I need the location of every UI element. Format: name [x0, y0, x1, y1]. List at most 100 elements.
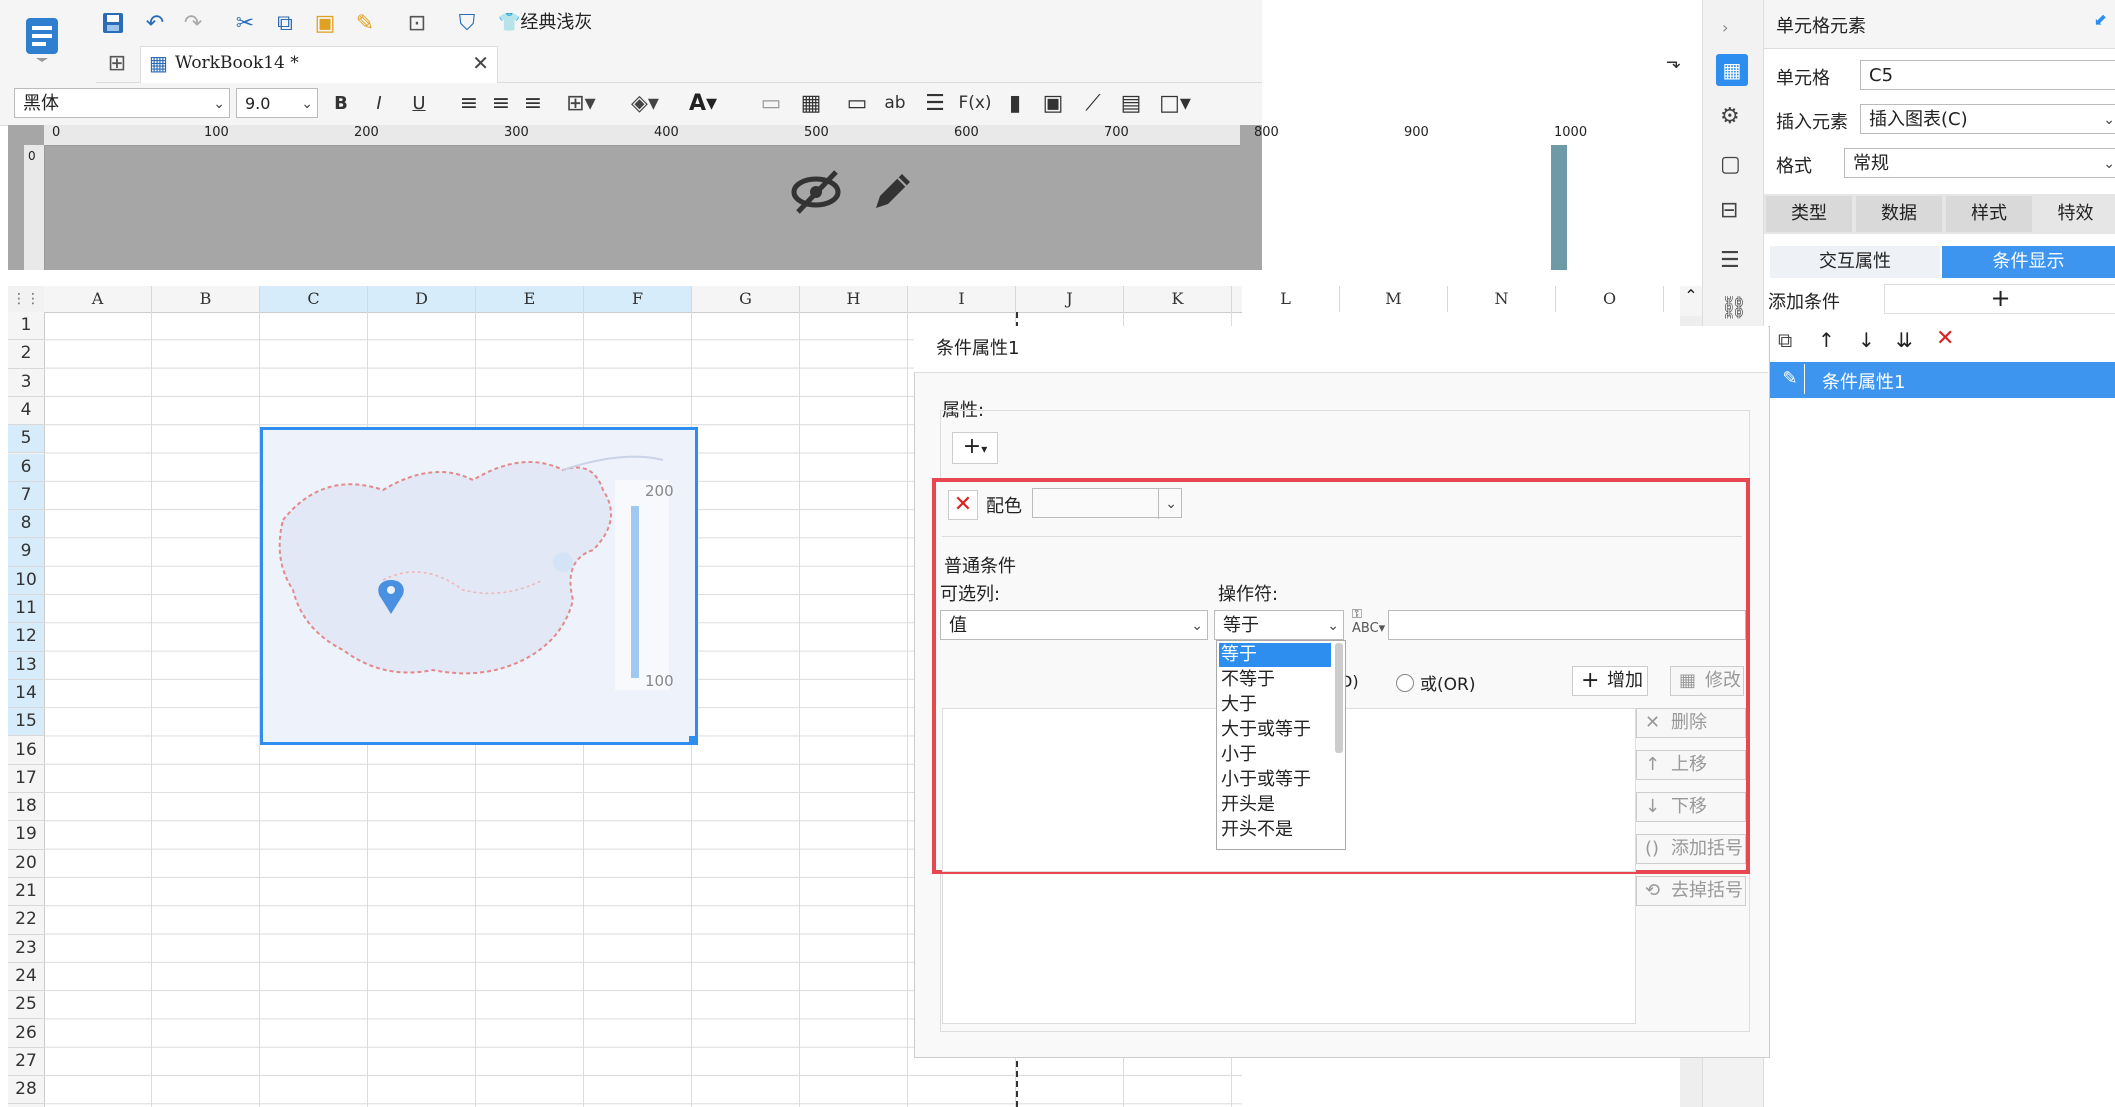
row-header[interactable]: 17	[8, 765, 44, 794]
link-icon[interactable]: ⛓	[1720, 296, 1748, 321]
row-header[interactable]: 4	[8, 397, 44, 426]
column-header[interactable]: F	[584, 286, 692, 312]
slash-icon[interactable]: ⟋	[1078, 88, 1108, 118]
vertical-scrollbar[interactable]: ⌃	[1680, 286, 1702, 316]
chevron-right-icon[interactable]: ›	[1722, 18, 1728, 37]
subtab-condition[interactable]: 条件显示	[1942, 246, 2115, 278]
align-center-icon[interactable]: ≡	[486, 88, 516, 118]
subtab-interaction[interactable]: 交互属性	[1770, 246, 1940, 278]
row-header[interactable]: 23	[8, 935, 44, 963]
move-bottom-icon[interactable]: ⇊	[1896, 328, 1913, 352]
operator-option[interactable]: 开头是	[1219, 793, 1275, 817]
move-down-icon[interactable]: ↓	[1858, 328, 1875, 352]
operator-option[interactable]: 小于或等于	[1219, 768, 1311, 792]
collapse-icon[interactable]: ⬎	[1666, 52, 1681, 73]
column-header[interactable]: B	[152, 286, 260, 312]
tab-effect[interactable]: 特效	[2036, 196, 2115, 232]
image-icon[interactable]: ▣	[1038, 88, 1068, 118]
row-header[interactable]: 14	[8, 679, 44, 709]
save-icon[interactable]	[98, 8, 128, 38]
delete-condition-icon[interactable]: ✕	[1936, 326, 1954, 351]
tab-style[interactable]: 样式	[1946, 196, 2032, 232]
row-header[interactable]: 13	[8, 651, 44, 680]
row-header[interactable]: 8	[8, 510, 44, 539]
edit-pencil-icon[interactable]	[868, 168, 916, 221]
map-chart[interactable]: 200 100	[260, 427, 698, 745]
column-header[interactable]: E	[476, 286, 584, 312]
tab-data[interactable]: 数据	[1856, 196, 1942, 232]
insert-element-select[interactable]: 插入图表(C) ⌄	[1860, 104, 2115, 134]
move-down-button[interactable]: ↓ 下移	[1636, 792, 1746, 822]
bold-icon[interactable]: B	[326, 88, 356, 118]
hide-eye-icon[interactable]	[790, 168, 842, 221]
italic-icon[interactable]: I	[364, 88, 394, 118]
move-up-icon[interactable]: ↑	[1818, 328, 1835, 352]
app-logo-icon[interactable]	[22, 14, 62, 62]
ruler-marker[interactable]	[1551, 145, 1567, 270]
operator-select[interactable]: 等于 ⌄	[1214, 610, 1344, 640]
text-field-icon[interactable]: ▭	[842, 88, 872, 118]
theme-button[interactable]: 👕经典浅灰	[498, 8, 592, 38]
row-header[interactable]: 5	[8, 425, 44, 454]
preview-icon[interactable]: ⊡	[402, 8, 432, 38]
align-right-icon[interactable]: ≡	[518, 88, 548, 118]
format-select[interactable]: 常规 ⌄	[1844, 148, 2115, 178]
fill-color-icon[interactable]: ◈▾	[630, 88, 660, 118]
column-header[interactable]: C	[260, 286, 368, 312]
row-header[interactable]: 10	[8, 566, 44, 595]
remove-paren-button[interactable]: ⟲ 去掉括号	[1636, 876, 1746, 906]
border-icon[interactable]: ⊞▾	[566, 88, 596, 118]
row-header[interactable]: 15	[8, 708, 44, 737]
move-up-button[interactable]: ↑ 上移	[1636, 750, 1746, 780]
row-header[interactable]: 20	[8, 850, 44, 878]
row-header[interactable]: 2	[8, 340, 44, 369]
row-header[interactable]: 1	[8, 312, 44, 341]
copy-condition-icon[interactable]: ⧉	[1778, 328, 1792, 352]
column-select[interactable]: 值 ⌄	[940, 610, 1208, 640]
close-tab-icon[interactable]: ✕	[472, 51, 489, 75]
condition-list-item[interactable]: ✎ 条件属性1	[1770, 362, 2115, 398]
operator-option[interactable]: 小于	[1219, 743, 1257, 767]
column-header[interactable]: O	[1556, 286, 1664, 312]
form-icon[interactable]: ⊟	[1720, 198, 1738, 223]
row-header[interactable]: 21	[8, 878, 44, 907]
row-header[interactable]: 12	[8, 623, 44, 652]
row-header[interactable]: 3	[8, 369, 44, 397]
frame-icon[interactable]: □▾	[1159, 88, 1191, 118]
row-header[interactable]: 9	[8, 538, 44, 567]
operator-option[interactable]: 大于或等于	[1219, 718, 1311, 742]
undo-icon[interactable]: ↶	[140, 8, 170, 38]
column-header[interactable]: I	[908, 286, 1016, 312]
row-header[interactable]: 16	[8, 737, 44, 765]
paste-icon[interactable]: ▣	[310, 8, 340, 38]
widget-icon[interactable]: ▢	[1720, 152, 1741, 177]
ab-text-icon[interactable]: ab	[880, 88, 910, 118]
font-family-select[interactable]: 黑体 ⌄	[14, 88, 230, 118]
column-header[interactable]: M	[1340, 286, 1448, 312]
row-header[interactable]: 18	[8, 793, 44, 822]
cut-icon[interactable]: ✂	[230, 8, 260, 38]
row-header[interactable]: 7	[8, 481, 44, 511]
row-header[interactable]: 27	[8, 1048, 44, 1077]
cell-element-icon[interactable]: ▦	[1716, 54, 1748, 86]
operator-option[interactable]: 不等于	[1219, 668, 1275, 692]
cell-input[interactable]: C5	[1860, 60, 2115, 90]
add-condition-button[interactable]: +	[1884, 284, 2115, 314]
copy-icon[interactable]: ⧉	[270, 8, 300, 38]
column-header[interactable]: K	[1124, 286, 1232, 312]
dataset-icon[interactable]: ☰	[1720, 248, 1740, 273]
tab-type[interactable]: 类型	[1766, 196, 1852, 232]
tab-workbook[interactable]: ▦ WorkBook14 * ✕	[140, 46, 498, 83]
row-header[interactable]: 28	[8, 1076, 44, 1105]
operator-option[interactable]: 等于	[1219, 643, 1331, 667]
underline-icon[interactable]: U	[404, 88, 434, 118]
pin-icon[interactable]: ⬋	[2094, 10, 2107, 29]
font-size-select[interactable]: 9.0 ⌄	[236, 88, 318, 118]
edit-button[interactable]: ▦ 修改	[1670, 666, 1744, 696]
row-header[interactable]: 24	[8, 963, 44, 992]
column-header[interactable]: N	[1448, 286, 1556, 312]
shield-icon[interactable]: ⛉	[452, 8, 482, 38]
font-color-icon[interactable]: A▾	[688, 88, 718, 118]
paragraph-icon[interactable]: ☰	[920, 88, 950, 118]
column-header[interactable]: D	[368, 286, 476, 312]
